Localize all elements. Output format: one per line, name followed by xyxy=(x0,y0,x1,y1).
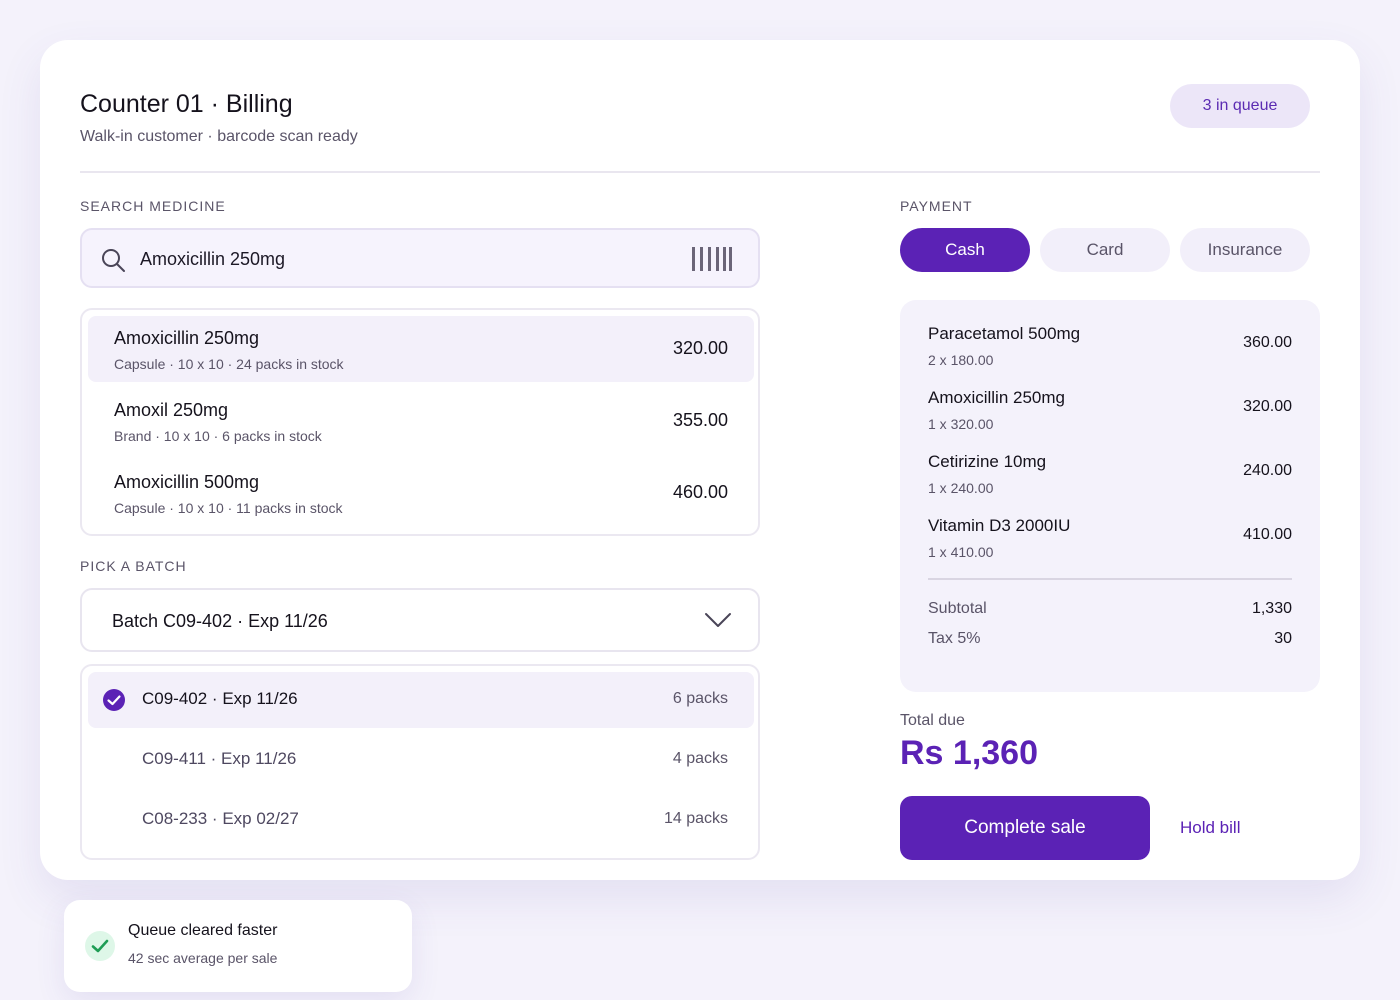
hold-bill-link[interactable]: Hold bill xyxy=(1180,818,1240,838)
bill-item-amount: 240.00 xyxy=(1243,462,1292,479)
total-due-value: Rs 1,360 xyxy=(900,734,1038,772)
search-results: Amoxicillin 250mg Capsule · 10 x 10 · 24… xyxy=(80,308,760,536)
search-result-item[interactable]: Amoxicillin 250mg Capsule · 10 x 10 · 24… xyxy=(88,316,754,382)
batch-options: C09-402 · Exp 11/26 6 packs C09-411 · Ex… xyxy=(80,664,760,860)
bill-item-amount: 320.00 xyxy=(1243,398,1292,415)
tax-label: Tax 5% xyxy=(928,630,981,647)
bill-item: Paracetamol 500mg 2 x 180.00 360.00 xyxy=(928,324,1292,374)
search-box[interactable] xyxy=(80,228,760,288)
queue-badge[interactable]: 3 in queue xyxy=(1170,84,1310,128)
bill-item-qty: 2 x 180.00 xyxy=(928,352,994,368)
bill-item-name: Paracetamol 500mg xyxy=(928,324,1081,343)
batch-option-label: C09-402 · Exp 11/26 xyxy=(142,689,298,708)
batch-option[interactable]: C09-411 · Exp 11/26 4 packs xyxy=(88,732,754,788)
result-name: Amoxicillin 250mg xyxy=(114,328,260,348)
chevron-down-icon xyxy=(705,613,731,627)
check-circle-icon xyxy=(103,689,125,711)
bill-item-amount: 360.00 xyxy=(1243,334,1292,351)
search-result-item[interactable]: Amoxil 250mg Brand · 10 x 10 · 6 packs i… xyxy=(88,388,754,454)
toast-notification: Queue cleared faster 42 sec average per … xyxy=(64,900,412,992)
toast-subtitle: 42 sec average per sale xyxy=(128,950,278,966)
result-price: 355.00 xyxy=(672,410,728,430)
batch-option-qty: 4 packs xyxy=(672,750,728,767)
batch-option-label: C08-233 · Exp 02/27 xyxy=(142,809,299,828)
batch-section-label: PICK A BATCH xyxy=(80,558,187,574)
result-meta: Brand · 10 x 10 · 6 packs in stock xyxy=(114,428,322,444)
bill-item-name: Amoxicillin 250mg xyxy=(928,388,1065,407)
tax-row: Tax 5% 30 xyxy=(928,630,1292,648)
result-meta: Capsule · 10 x 10 · 24 packs in stock xyxy=(114,356,344,372)
result-price: 320.00 xyxy=(672,338,728,358)
result-name: Amoxil 250mg xyxy=(114,400,229,420)
complete-sale-button[interactable]: Complete sale xyxy=(900,796,1150,860)
bill-item: Vitamin D3 2000IU 1 x 410.00 410.00 xyxy=(928,516,1292,566)
search-icon xyxy=(102,249,125,272)
batch-option-label: C09-411 · Exp 11/26 xyxy=(142,749,297,768)
payment-section-label: PAYMENT xyxy=(900,198,973,214)
batch-option-qty: 14 packs xyxy=(663,810,728,827)
total-due-label: Total due xyxy=(900,712,965,729)
batch-option[interactable]: C08-233 · Exp 02/27 14 packs xyxy=(88,792,754,848)
payment-insurance-button[interactable]: Insurance xyxy=(1180,228,1310,272)
check-icon xyxy=(85,931,115,961)
result-meta: Capsule · 10 x 10 · 11 packs in stock xyxy=(114,500,343,516)
toast-title: Queue cleared faster xyxy=(128,922,278,939)
subtotal-row: Subtotal 1,330 xyxy=(928,600,1292,618)
bill-item-qty: 1 x 410.00 xyxy=(928,544,994,560)
bill-item: Cetirizine 10mg 1 x 240.00 240.00 xyxy=(928,452,1292,502)
bill-item-qty: 1 x 240.00 xyxy=(928,480,994,496)
batch-selected-value: Batch C09-402 · Exp 11/26 xyxy=(112,611,328,631)
billing-card: Counter 01 · Billing Walk-in customer · … xyxy=(40,40,1360,880)
batch-option-qty: 6 packs xyxy=(672,690,728,707)
result-name: Amoxicillin 500mg xyxy=(114,472,260,492)
bill-item-qty: 1 x 320.00 xyxy=(928,416,994,432)
bill-item-name: Cetirizine 10mg xyxy=(928,452,1047,471)
batch-option[interactable]: C09-402 · Exp 11/26 6 packs xyxy=(88,672,754,728)
result-price: 460.00 xyxy=(672,482,728,502)
page-subtitle: Walk-in customer · barcode scan ready xyxy=(80,128,358,145)
payment-card-button[interactable]: Card xyxy=(1040,228,1170,272)
search-section-label: SEARCH MEDICINE xyxy=(80,198,226,214)
bill-item: Amoxicillin 250mg 1 x 320.00 320.00 xyxy=(928,388,1292,438)
search-result-item[interactable]: Amoxicillin 500mg Capsule · 10 x 10 · 11… xyxy=(88,460,754,526)
page-title: Counter 01 · Billing xyxy=(80,90,293,118)
batch-select[interactable]: Batch C09-402 · Exp 11/26 xyxy=(80,588,760,652)
payment-cash-button[interactable]: Cash xyxy=(900,228,1030,272)
bill-item-amount: 410.00 xyxy=(1243,526,1292,543)
bill-items-panel: Paracetamol 500mg 2 x 180.00 360.00 Amox… xyxy=(900,300,1320,692)
bill-divider xyxy=(928,578,1292,580)
bill-item-name: Vitamin D3 2000IU xyxy=(928,516,1071,535)
header-divider xyxy=(80,171,1320,173)
subtotal-value: 1,330 xyxy=(1251,600,1292,617)
subtotal-label: Subtotal xyxy=(928,600,987,617)
tax-value: 30 xyxy=(1274,630,1292,647)
barcode-icon[interactable] xyxy=(690,247,734,271)
search-input[interactable] xyxy=(140,242,660,276)
